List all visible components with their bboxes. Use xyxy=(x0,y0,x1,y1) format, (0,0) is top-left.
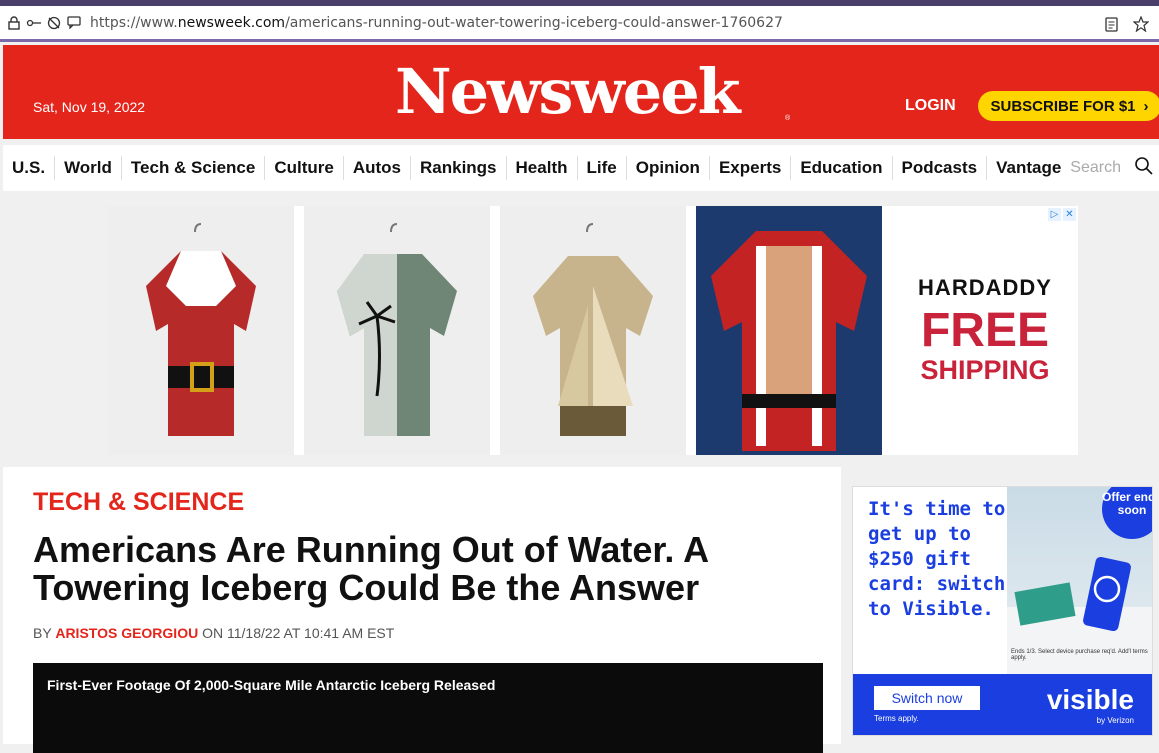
article-byline: BY ARISTOS GEORGIOU ON 11/18/22 AT 10:41… xyxy=(33,625,394,641)
article-section[interactable]: TECH & SCIENCE xyxy=(33,488,244,517)
ad-info-icon[interactable]: ▷ xyxy=(1048,208,1061,221)
ad-banner[interactable]: ▷ ✕ HARDADDY FREE SHIPPING xyxy=(108,206,1078,455)
subscribe-label: SUBSCRIBE FOR $1 xyxy=(990,97,1136,115)
palm-tree-shirt-image[interactable] xyxy=(304,206,490,455)
tracking-protection-icon[interactable] xyxy=(44,13,64,33)
main-nav: U.S. World Tech & Science Culture Autos … xyxy=(3,145,1159,191)
nav-item-world[interactable]: World xyxy=(55,156,122,180)
side-ad-fine-print: Ends 1/3. Select device purchase req'd. … xyxy=(1011,649,1148,661)
nav-item-experts[interactable]: Experts xyxy=(710,156,792,180)
author-link[interactable]: ARISTOS GEORGIOU xyxy=(55,625,198,641)
video-title: First-Ever Footage Of 2,000-Square Mile … xyxy=(47,677,496,693)
visible-side-ad[interactable]: It's time to get up to $250 gift card: s… xyxy=(852,486,1153,736)
video-player[interactable]: First-Ever Footage Of 2,000-Square Mile … xyxy=(33,663,823,753)
nav-item-vantage[interactable]: Vantage xyxy=(987,156,1070,180)
registered-mark: ® xyxy=(785,115,791,122)
subscribe-button[interactable]: SUBSCRIBE FOR $1 › xyxy=(978,91,1159,121)
nav-item-opinion[interactable]: Opinion xyxy=(627,156,710,180)
nav-item-health[interactable]: Health xyxy=(507,156,578,180)
article-date: ON 11/18/22 AT 10:41 AM EST xyxy=(202,625,395,641)
search-input[interactable] xyxy=(1070,159,1133,177)
nav-search xyxy=(1070,156,1154,181)
nav-item-podcasts[interactable]: Podcasts xyxy=(893,156,988,180)
url-domain: newsweek.com xyxy=(177,14,286,31)
byline-by: BY xyxy=(33,625,52,641)
hardaddy-brand-panel[interactable]: ▷ ✕ HARDADDY FREE SHIPPING xyxy=(892,206,1078,455)
ad-headline: FREE xyxy=(920,304,1049,357)
site-header: Sat, Nov 19, 2022 Newsweek ® LOGIN SUBSC… xyxy=(3,45,1159,139)
ad-subline: SHIPPING xyxy=(920,355,1050,385)
login-link[interactable]: LOGIN xyxy=(905,97,956,115)
nav-item-us[interactable]: U.S. xyxy=(3,156,56,180)
reader-view-icon[interactable] xyxy=(1101,14,1121,34)
bookmark-star-icon[interactable] xyxy=(1131,14,1151,34)
ad-banner-area: ▷ ✕ HARDADDY FREE SHIPPING xyxy=(0,193,1159,465)
reader-message-icon[interactable] xyxy=(64,13,84,33)
chevron-right-icon: › xyxy=(1143,97,1149,115)
sailboat-shirt-image[interactable] xyxy=(500,206,686,455)
url-path: /americans-running-out-water-towering-ic… xyxy=(285,14,783,31)
santa-muscle-shirt-image[interactable] xyxy=(696,206,882,455)
nav-item-rankings[interactable]: Rankings xyxy=(411,156,507,180)
nav-item-life[interactable]: Life xyxy=(578,156,627,180)
search-icon[interactable] xyxy=(1134,156,1154,181)
newsweek-logo[interactable]: Newsweek xyxy=(395,55,741,128)
verizon-tagline: by Verizon xyxy=(1096,716,1134,725)
nav-item-autos[interactable]: Autos xyxy=(344,156,411,180)
header-date: Sat, Nov 19, 2022 xyxy=(33,99,146,115)
side-ad-image: Offer ends soon Ends 1/3. Select device … xyxy=(1007,487,1152,674)
ad-brand-name: HARDADDY xyxy=(918,275,1052,300)
article: TECH & SCIENCE Americans Are Running Out… xyxy=(3,467,841,753)
permissions-icon[interactable] xyxy=(24,13,44,33)
ad-close-icon[interactable]: ✕ xyxy=(1063,208,1076,221)
url-text[interactable]: https://www.newsweek.com/americans-runni… xyxy=(90,15,783,31)
nav-item-education[interactable]: Education xyxy=(791,156,893,180)
switch-now-button[interactable]: Switch now xyxy=(874,686,980,710)
side-ad-headline: It's time to get up to $250 gift card: s… xyxy=(868,498,1006,620)
url-prefix: https://www. xyxy=(90,14,178,31)
lock-icon[interactable] xyxy=(4,13,24,33)
ad-choices[interactable]: ▷ ✕ xyxy=(1048,208,1076,221)
article-headline: Americans Are Running Out of Water. A To… xyxy=(33,529,708,608)
nav-item-tech-science[interactable]: Tech & Science xyxy=(122,156,266,180)
santa-shirt-image[interactable] xyxy=(108,206,294,455)
side-ad-terms: Terms apply. xyxy=(874,714,919,723)
address-bar[interactable]: https://www.newsweek.com/americans-runni… xyxy=(0,6,1159,42)
side-ad-footer: Switch now Terms apply. visible by Veriz… xyxy=(853,674,1152,735)
nav-item-culture[interactable]: Culture xyxy=(265,156,344,180)
visible-logo: visible xyxy=(1046,684,1134,715)
